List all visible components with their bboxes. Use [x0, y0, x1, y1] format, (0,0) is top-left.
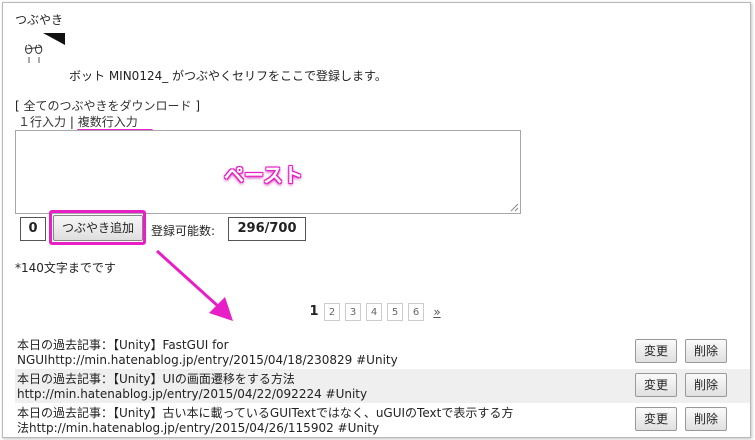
page-link[interactable]: 5	[387, 303, 403, 321]
page-link[interactable]: 2	[324, 303, 340, 321]
page-link[interactable]: 4	[366, 303, 382, 321]
tweet-row: 本日の過去記事：【Unity】UIの画面遷移をする方法 http://min.h…	[15, 369, 750, 403]
tweet-text-line: 本日の過去記事：【Unity】UIの画面遷移をする方法	[17, 372, 295, 386]
tweet-text: 本日の過去記事：【Unity】FastGUI for NGUIhttp://mi…	[17, 338, 617, 368]
single-line-input-link[interactable]: １行入力	[18, 115, 66, 129]
page-link[interactable]: 3	[345, 303, 361, 321]
edit-button[interactable]: 変更	[635, 373, 677, 397]
resize-grip-icon[interactable]	[510, 203, 519, 212]
tweet-text-line: 本日の過去記事：【Unity】FastGUI for	[17, 338, 229, 352]
tweet-text-line: 本日の過去記事：【Unity】古い本に載っているGUITextではなく、uGUI…	[17, 406, 514, 420]
tweet-manager-panel: つぶやき ボット MIN0124_ がつぶやくセリフをここで登録します。 [ 全…	[2, 2, 751, 438]
bot-avatar	[25, 33, 65, 63]
download-all-link[interactable]: 全てのつぶやきをダウンロード	[24, 99, 192, 113]
delete-button[interactable]: 削除	[685, 407, 727, 431]
character-count: 0	[20, 217, 46, 241]
pagination: 1 2 3 4 5 6 »	[309, 303, 445, 321]
next-page-link[interactable]: »	[429, 303, 445, 321]
tweet-text-line: 法http://min.hatenablog.jp/entry/2015/04/…	[17, 421, 380, 435]
bracket-open: [	[15, 99, 24, 113]
multi-line-input-link[interactable]: 複数行入力	[78, 115, 138, 129]
tweet-text: 本日の過去記事：【Unity】古い本に載っているGUITextではなく、uGUI…	[17, 406, 617, 436]
delete-button[interactable]: 削除	[685, 339, 727, 363]
intro-text: ボット MIN0124_ がつぶやくセリフをここで登録します。	[69, 69, 387, 83]
char-limit-note: *140文字までです	[15, 261, 116, 275]
annotation-arrow-icon	[155, 249, 233, 321]
tweet-text-line: http://min.hatenablog.jp/entry/2015/04/2…	[17, 387, 368, 401]
page-current: 1	[309, 304, 319, 319]
action-links: [ 全てのつぶやきをダウンロード ] １行入力 | 複数行入力	[15, 98, 200, 130]
delete-button[interactable]: 削除	[685, 373, 727, 397]
capacity-value: 296/700	[228, 217, 306, 241]
page-link[interactable]: 6	[408, 303, 424, 321]
tweet-row: 本日の過去記事：【Unity】古い本に載っているGUITextではなく、uGUI…	[15, 403, 750, 437]
capacity-label: 登録可能数:	[151, 224, 216, 238]
tweet-text-line: NGUIhttp://min.hatenablog.jp/entry/2015/…	[17, 353, 398, 367]
tweet-row: 本日の過去記事：【Unity】FastGUI for NGUIhttp://mi…	[15, 335, 750, 369]
tweet-text: 本日の過去記事：【Unity】UIの画面遷移をする方法 http://min.h…	[17, 372, 617, 402]
edit-button[interactable]: 変更	[635, 339, 677, 363]
bracket-close: ]	[191, 99, 201, 113]
add-tweet-button[interactable]: つぶやき追加	[53, 215, 143, 241]
link-separator: |	[66, 115, 78, 129]
section-heading: つぶやき	[15, 13, 64, 27]
edit-button[interactable]: 変更	[635, 407, 677, 431]
paste-annotation: ペースト	[224, 163, 303, 187]
